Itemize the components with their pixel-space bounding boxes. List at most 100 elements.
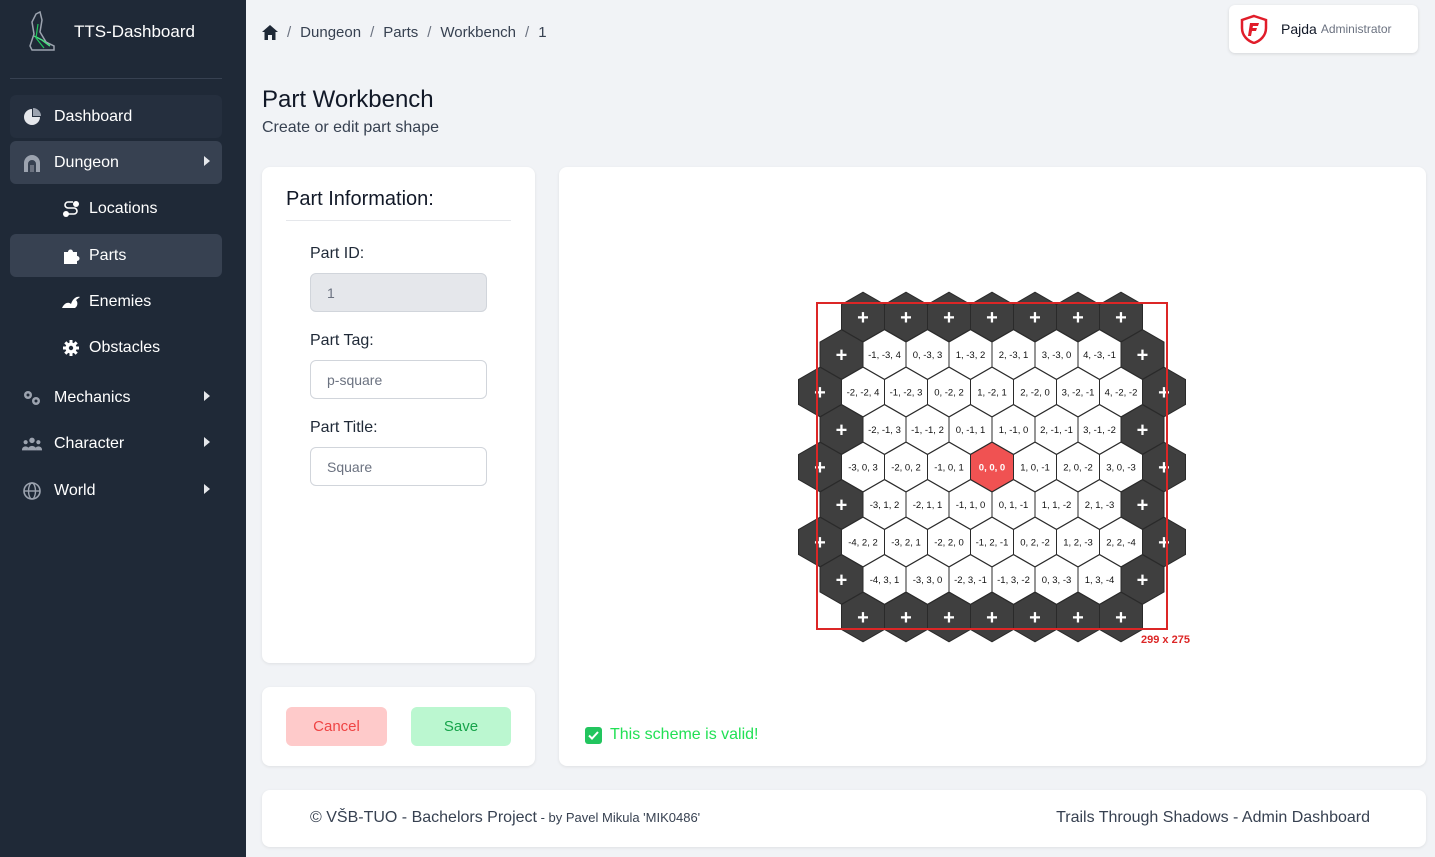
plus-icon: + bbox=[1158, 532, 1170, 554]
footer-app-name: Trails Through Shadows - Admin Dashboard bbox=[1056, 809, 1370, 826]
hex-coordinate: 1, -1, 0 bbox=[999, 425, 1029, 436]
sidebar-item-label: Mechanics bbox=[54, 388, 131, 406]
breadcrumb-separator: / bbox=[525, 23, 530, 41]
breadcrumb-dungeon[interactable]: Dungeon bbox=[300, 24, 361, 41]
plus-icon: + bbox=[1137, 495, 1149, 517]
hex-coordinate: -2, 3, -1 bbox=[954, 575, 987, 586]
chevron-right-icon bbox=[204, 484, 210, 494]
hex-coordinate: 3, -1, -2 bbox=[1083, 425, 1116, 436]
hex-coordinate: -1, -1, 2 bbox=[911, 425, 944, 436]
hex-coordinate: 0, 2, -2 bbox=[1020, 538, 1050, 549]
hex-coordinate: 0, 0, 0 bbox=[979, 463, 1005, 474]
hex-coordinate: -1, -2, 3 bbox=[890, 388, 923, 399]
plus-icon: + bbox=[1072, 607, 1084, 629]
sidebar-item-locations[interactable]: Locations bbox=[10, 187, 222, 230]
app-title: TTS-Dashboard bbox=[74, 22, 195, 41]
hex-coordinate: -1, 3, -2 bbox=[997, 575, 1030, 586]
workbench-canvas-card: + + + + + + + + -1, -3, 4 0, -3, 3 1, -3, 2 2, -3, … bbox=[559, 167, 1426, 766]
sidebar-item-world[interactable]: World bbox=[10, 469, 222, 512]
home-icon[interactable] bbox=[262, 24, 278, 40]
hex-coordinate: 0, -3, 3 bbox=[913, 350, 943, 361]
sidebar-item-dashboard[interactable]: Dashboard bbox=[10, 95, 222, 138]
breadcrumb-parts[interactable]: Parts bbox=[383, 24, 418, 41]
plus-icon: + bbox=[1137, 345, 1149, 367]
boot-logo-icon bbox=[29, 10, 55, 51]
hex-coordinate: 0, -2, 2 bbox=[934, 388, 964, 399]
plus-icon: + bbox=[814, 457, 826, 479]
plus-icon: + bbox=[1072, 307, 1084, 329]
breadcrumb-separator: / bbox=[370, 23, 375, 41]
sidebar-item-obstacles[interactable]: Obstacles bbox=[10, 326, 222, 369]
part-tag-field[interactable] bbox=[310, 360, 487, 399]
hex-coordinate: 3, -2, -1 bbox=[1062, 388, 1095, 399]
sidebar-item-label: Obstacles bbox=[89, 338, 161, 356]
hex-coordinate: -4, 2, 2 bbox=[848, 538, 878, 549]
cogs-icon bbox=[22, 388, 42, 408]
hex-coordinate: 2, -1, -1 bbox=[1040, 425, 1073, 436]
hex-coordinate: 2, 1, -3 bbox=[1085, 500, 1115, 511]
sidebar-item-label: World bbox=[54, 481, 96, 499]
plus-icon: + bbox=[986, 307, 998, 329]
sidebar-item-mechanics[interactable]: Mechanics bbox=[10, 376, 222, 419]
part-title-field[interactable] bbox=[310, 447, 487, 486]
hex-coordinate: 1, 2, -3 bbox=[1063, 538, 1093, 549]
save-button[interactable]: Save bbox=[411, 707, 511, 746]
selection-size-label: 299 x 275 bbox=[1141, 634, 1190, 646]
hex-coordinate: 1, 3, -4 bbox=[1085, 575, 1115, 586]
part-tag-label: Part Tag: bbox=[310, 332, 374, 349]
hex-coordinate: -1, 0, 1 bbox=[934, 463, 964, 474]
breadcrumb-separator: / bbox=[287, 23, 292, 41]
plus-icon: + bbox=[986, 607, 998, 629]
sidebar-item-dungeon[interactable]: Dungeon bbox=[10, 141, 222, 184]
hex-coordinate: 3, 0, -3 bbox=[1106, 463, 1136, 474]
dungeon-icon bbox=[22, 153, 42, 173]
hex-grid[interactable]: + + + + + + + + -1, -3, 4 0, -3, 3 1, -3, 2 2, -3, … bbox=[559, 167, 1426, 766]
puzzle-icon bbox=[61, 246, 81, 266]
brand[interactable]: TTS-Dashboard bbox=[24, 10, 195, 54]
sidebar-item-parts[interactable]: Parts bbox=[10, 234, 222, 277]
users-icon bbox=[22, 434, 42, 454]
plus-icon: + bbox=[814, 382, 826, 404]
plus-icon: + bbox=[836, 345, 848, 367]
valid-message: This scheme is valid! bbox=[610, 726, 759, 743]
hex-coordinate: -1, -3, 4 bbox=[868, 350, 901, 361]
hex-coordinate: 1, 1, -2 bbox=[1042, 500, 1072, 511]
user-menu[interactable]: Pajda Administrator bbox=[1229, 5, 1418, 53]
plus-icon: + bbox=[1137, 420, 1149, 442]
hex-coordinate: -2, -1, 3 bbox=[868, 425, 901, 436]
part-information-card: Part Information: Part ID: Part Tag: Par… bbox=[262, 167, 535, 663]
hex-coordinate: 0, 1, -1 bbox=[999, 500, 1029, 511]
breadcrumb: / Dungeon / Parts / Workbench / 1 bbox=[262, 22, 547, 42]
hex-coordinate: 2, 2, -4 bbox=[1106, 538, 1136, 549]
plus-icon: + bbox=[1029, 607, 1041, 629]
hex-coordinate: 2, -3, 1 bbox=[999, 350, 1029, 361]
breadcrumb-current: 1 bbox=[538, 23, 547, 41]
breadcrumb-workbench[interactable]: Workbench bbox=[440, 24, 516, 41]
validation-status: This scheme is valid! bbox=[585, 726, 759, 744]
hex-coordinate: -3, 2, 1 bbox=[891, 538, 921, 549]
plus-icon: + bbox=[836, 495, 848, 517]
sidebar-item-enemies[interactable]: Enemies bbox=[10, 280, 222, 323]
part-id-label: Part ID: bbox=[310, 245, 365, 262]
pie-chart-icon bbox=[22, 107, 42, 127]
hex-coordinate: -3, 0, 3 bbox=[848, 463, 878, 474]
sidebar-item-label: Character bbox=[54, 434, 125, 452]
footer-project: © VŠB-TUO - Bachelors Project bbox=[310, 809, 537, 826]
plus-icon: + bbox=[1115, 307, 1127, 329]
cancel-button[interactable]: Cancel bbox=[286, 707, 387, 746]
hex-coordinate: -3, 3, 0 bbox=[913, 575, 943, 586]
sidebar-divider bbox=[10, 78, 222, 79]
hex-coordinate: -3, 1, 2 bbox=[870, 500, 900, 511]
hex-coordinate: -2, -2, 4 bbox=[847, 388, 880, 399]
hex-coordinate: 1, -3, 2 bbox=[956, 350, 986, 361]
plus-icon: + bbox=[836, 420, 848, 442]
hex-coordinate: 4, -2, -2 bbox=[1105, 388, 1138, 399]
hex-coordinate: 4, -3, -1 bbox=[1083, 350, 1116, 361]
hex-coordinate: -1, 2, -1 bbox=[976, 538, 1009, 549]
chevron-right-icon bbox=[204, 391, 210, 401]
plus-icon: + bbox=[1137, 570, 1149, 592]
sidebar-item-character[interactable]: Character bbox=[10, 422, 222, 465]
user-role: Administrator bbox=[1320, 22, 1392, 36]
plus-icon: + bbox=[836, 570, 848, 592]
breadcrumb-separator: / bbox=[427, 23, 432, 41]
